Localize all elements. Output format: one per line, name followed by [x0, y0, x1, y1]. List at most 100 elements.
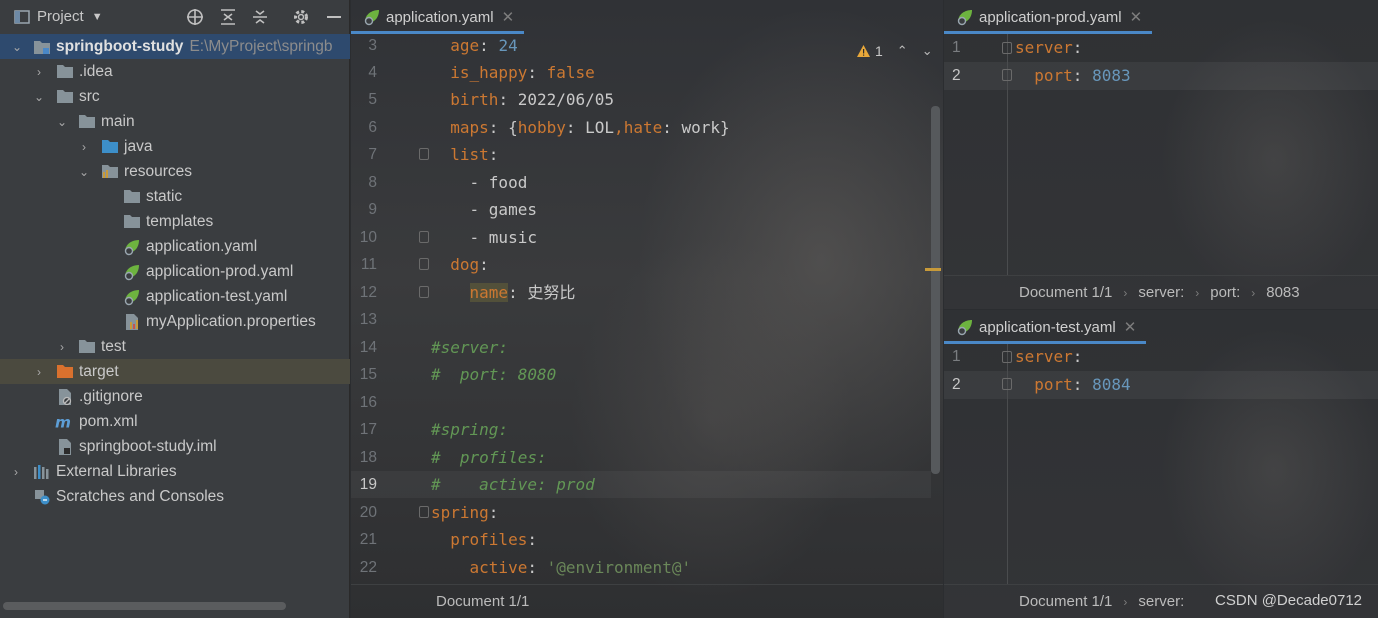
gear-icon[interactable] [292, 8, 310, 26]
line-number: 8 [368, 174, 377, 191]
tree-item-test[interactable]: › test [0, 334, 350, 359]
expand-all-icon[interactable] [219, 8, 237, 26]
tree-item-static[interactable]: static [0, 184, 350, 209]
fold-marker-icon[interactable] [419, 258, 429, 270]
close-icon[interactable]: ✕ [1124, 318, 1137, 336]
tree-item-templates[interactable]: templates [0, 209, 350, 234]
tree-item-java[interactable]: › java [0, 134, 350, 159]
chevron-right-icon[interactable]: › [32, 65, 46, 79]
tree-item-scratches[interactable]: Scratches and Consoles [0, 484, 350, 509]
fold-marker-icon[interactable] [419, 506, 429, 518]
maven-icon: m [55, 413, 73, 431]
fold-marker-icon[interactable] [1002, 42, 1012, 54]
chevron-down-icon[interactable]: ⌄ [922, 43, 933, 59]
tree-item-label: test [101, 337, 126, 355]
chevron-up-icon[interactable]: ⌃ [897, 43, 908, 59]
breadcrumb-document[interactable]: Document 1/1 [436, 593, 529, 610]
chevron-right-icon[interactable]: › [9, 465, 23, 479]
horizontal-scrollbar[interactable] [3, 602, 286, 610]
close-icon[interactable]: ✕ [502, 8, 515, 26]
tree-item-label: java [124, 137, 153, 155]
line-number: 21 [359, 531, 377, 548]
line-number: 10 [359, 229, 377, 246]
test-editor: application-test.yaml ✕ 1 2 server: port… [944, 310, 1378, 618]
folder-icon [123, 188, 141, 206]
line-number: 11 [360, 256, 377, 273]
tab-label: application.yaml [386, 8, 494, 26]
breadcrumb-item[interactable]: Document 1/1 [1019, 593, 1112, 610]
inspection-widget[interactable]: 1 ⌃ ⌄ [856, 41, 933, 61]
breadcrumb-item[interactable]: server: [1138, 593, 1184, 610]
code-line: active: '@environment@' [469, 558, 692, 577]
tab-application-yaml[interactable]: application.yaml ✕ [351, 0, 525, 34]
tree-item-label: myApplication.properties [146, 312, 316, 330]
line-number: 14 [359, 339, 377, 356]
code-line: dog: [450, 255, 489, 274]
tree-item-springboot-study[interactable]: ⌄ springboot-study E:\MyProject\springb [0, 34, 350, 59]
code-line: server: [1015, 347, 1083, 366]
tree-item-main[interactable]: ⌄ main [0, 109, 350, 134]
source-folder-icon [101, 138, 119, 156]
tree-item-application-test-yaml[interactable]: application-test.yaml [0, 284, 350, 309]
tree-item-resources[interactable]: ⌄ resources [0, 159, 350, 184]
tree-item-idea[interactable]: › .idea [0, 59, 350, 84]
code-line: profiles: [450, 530, 537, 549]
tree-item-application-yaml[interactable]: application.yaml [0, 234, 350, 259]
properties-file-icon [123, 313, 141, 331]
tree-item-application-prod-yaml[interactable]: application-prod.yaml [0, 259, 350, 284]
code-line: spring: [431, 503, 499, 522]
collapse-all-icon[interactable] [251, 8, 269, 26]
breadcrumb-item[interactable]: 8083 [1266, 284, 1299, 301]
tree-item-src[interactable]: ⌄ src [0, 84, 350, 109]
close-icon[interactable]: ✕ [1130, 8, 1143, 26]
tree-item-pom-xml[interactable]: m pom.xml [0, 409, 350, 434]
tree-item-label: application-test.yaml [146, 287, 288, 305]
chevron-right-icon[interactable]: › [77, 140, 91, 154]
code-line: list: [450, 145, 499, 164]
fold-marker-icon[interactable] [1002, 351, 1012, 363]
spring-yaml-icon [957, 10, 972, 26]
tree-item-label: springboot-study [56, 37, 184, 55]
locate-icon[interactable] [186, 8, 204, 26]
chevron-down-icon[interactable]: ⌄ [10, 40, 24, 54]
tab-application-prod-yaml[interactable]: application-prod.yaml ✕ [944, 0, 1153, 34]
tab-label: application-test.yaml [979, 318, 1116, 336]
hide-panel-icon[interactable] [325, 8, 343, 26]
tree-item-springboot-study-iml[interactable]: springboot-study.iml [0, 434, 350, 459]
fold-marker-icon[interactable] [1002, 378, 1012, 390]
breadcrumb-item[interactable]: port: [1210, 284, 1240, 301]
tree-item-external-libraries[interactable]: › External Libraries [0, 459, 350, 484]
line-number: 6 [368, 119, 377, 136]
tree-item-label: springboot-study.iml [79, 437, 217, 455]
tree-item-myapplication-properties[interactable]: myApplication.properties [0, 309, 350, 334]
chevron-down-icon[interactable]: ⌄ [77, 165, 91, 179]
tree-item-label: templates [146, 212, 214, 230]
code-line: name: 史努比 [469, 283, 576, 302]
folder-icon [78, 113, 96, 131]
code-line: - food [469, 173, 528, 192]
breadcrumb-item[interactable]: server: [1138, 284, 1184, 301]
code-line-current: # active: prod [431, 475, 595, 494]
breadcrumb: Document 1/1 [351, 584, 943, 618]
fold-marker-icon[interactable] [1002, 69, 1012, 81]
chevron-down-icon[interactable]: ⌄ [32, 90, 46, 104]
breadcrumb-item[interactable]: Document 1/1 [1019, 284, 1112, 301]
chevron-right-icon[interactable]: › [55, 340, 69, 354]
project-view-selector[interactable]: Project ▼ [14, 8, 103, 25]
module-folder-icon [33, 38, 51, 56]
spring-yaml-icon [123, 238, 141, 256]
fold-marker-icon[interactable] [419, 231, 429, 243]
tree-item-label: pom.xml [79, 412, 138, 430]
tree-item-target[interactable]: › target [0, 359, 350, 384]
fold-marker-icon[interactable] [419, 286, 429, 298]
chevron-right-icon[interactable]: › [32, 365, 46, 379]
fold-marker-icon[interactable] [419, 148, 429, 160]
tree-item-label: target [79, 362, 119, 380]
vertical-scrollbar[interactable] [931, 106, 940, 474]
chevron-right-icon: › [1251, 286, 1256, 300]
tree-item-label: application.yaml [146, 237, 258, 255]
tab-application-test-yaml[interactable]: application-test.yaml ✕ [944, 310, 1147, 344]
tree-item-gitignore[interactable]: .gitignore [0, 384, 350, 409]
error-stripe-marker[interactable] [925, 268, 941, 271]
chevron-down-icon[interactable]: ⌄ [55, 115, 69, 129]
